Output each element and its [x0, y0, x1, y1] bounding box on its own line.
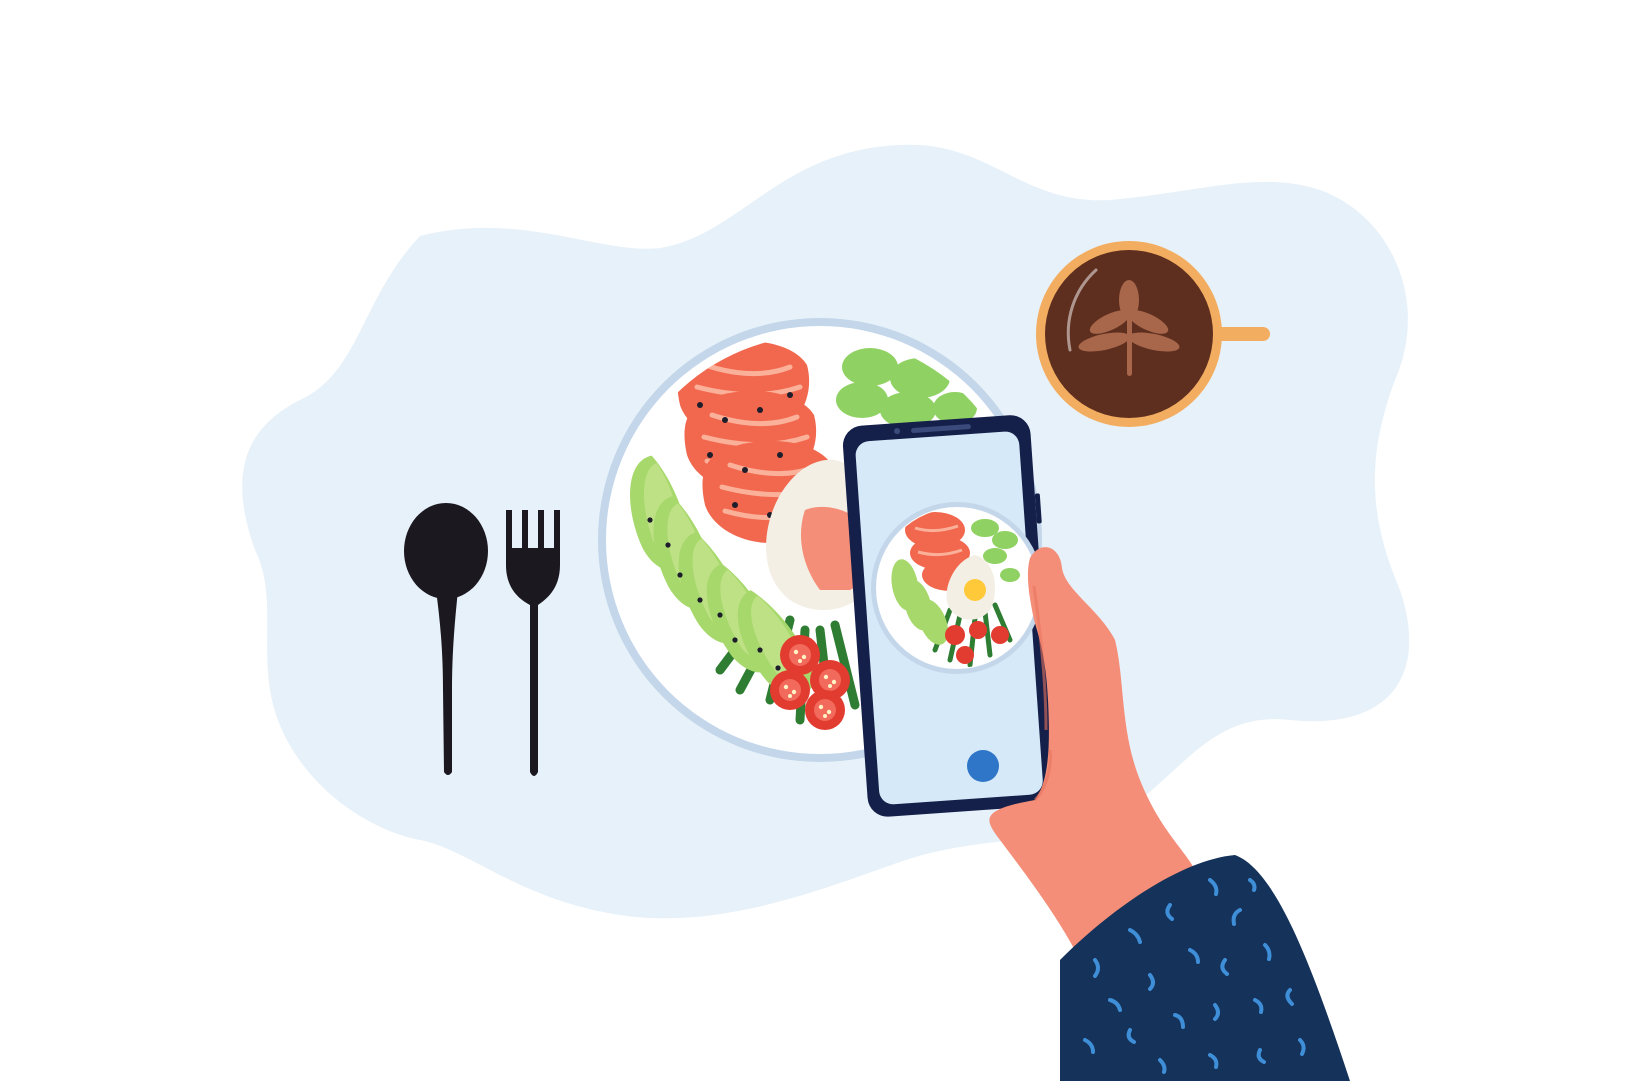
phone-photo-preview: [871, 502, 1043, 674]
camera-shutter-icon[interactable]: [967, 750, 999, 782]
food-photo-scene: [242, 144, 1410, 1081]
smartphone-icon: [842, 415, 1056, 817]
